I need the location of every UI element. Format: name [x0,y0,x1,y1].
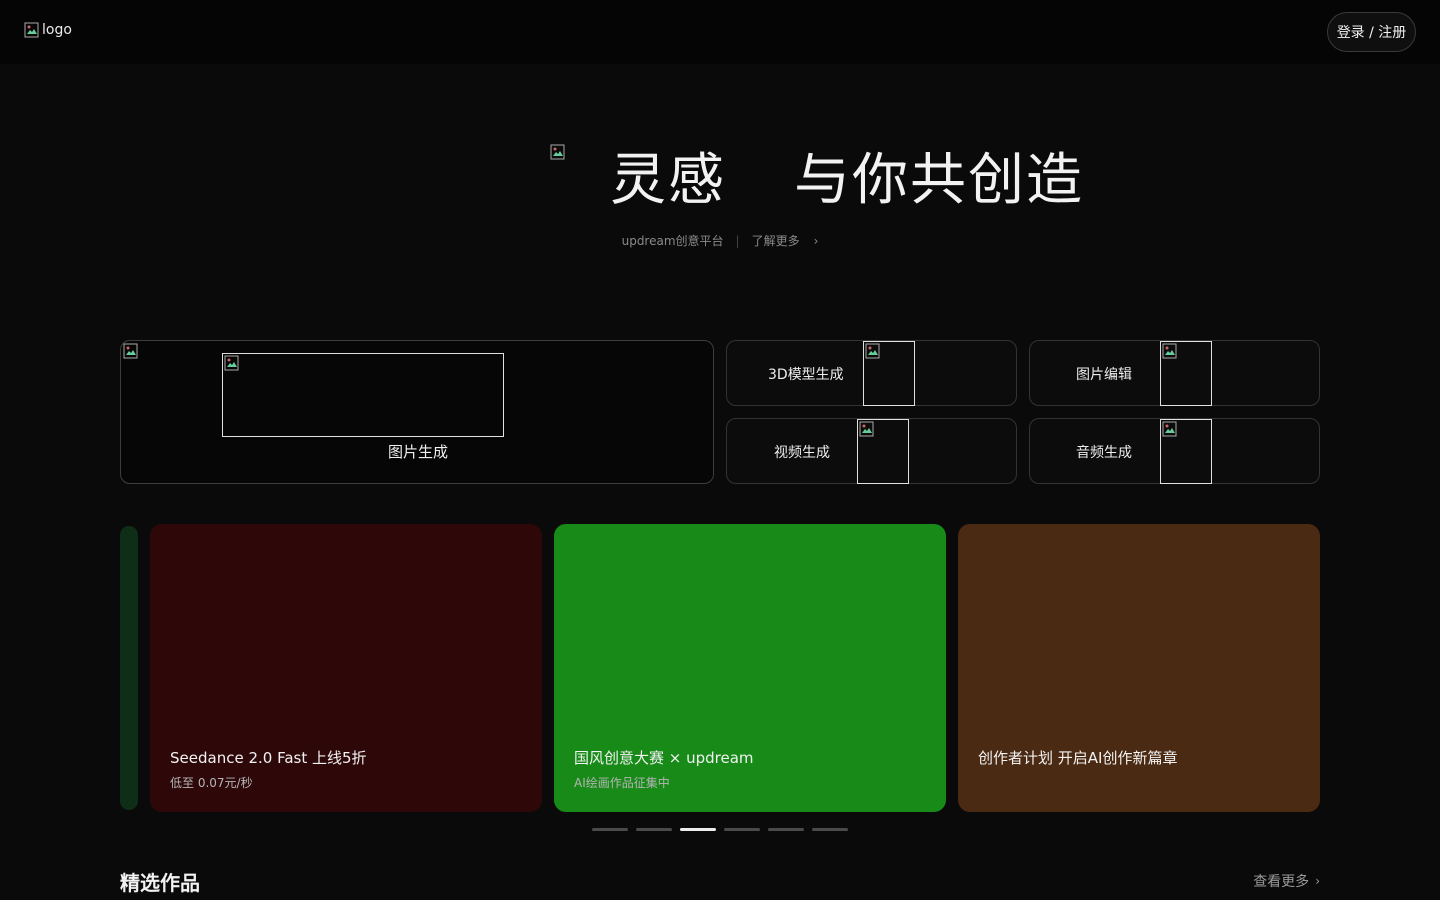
tool-card-video[interactable]: 视频生成 [726,418,1017,484]
hero-subtitle: updream创意平台 | 了解更多 › [0,232,1440,249]
carousel-dot[interactable] [592,828,628,831]
hero-title: 灵感 与你共创造 [550,140,1084,213]
tool-preview-image [1160,341,1212,406]
broken-image-icon [1162,343,1178,359]
view-more-label: 查看更多 [1253,874,1310,890]
login-register-button[interactable]: 登录 / 注册 [1327,12,1416,52]
top-bar: logo 登录 / 注册 [0,0,1440,64]
hero-title-part2: 与你共创造 [794,147,1084,213]
tool-label: 图片生成 [387,443,448,461]
broken-image-icon [859,421,875,437]
learn-more-label: 了解更多 [751,234,800,248]
chevron-right-icon: › [813,233,819,248]
view-more-link[interactable]: 查看更多 › [1253,871,1320,891]
carousel-dot[interactable] [768,828,804,831]
broken-image-icon [224,355,240,371]
carousel-card-title: 国风创意大赛 × updream [574,749,754,767]
tool-label: 音频生成 [1076,445,1132,461]
carousel-dot[interactable] [636,828,672,831]
tool-card-image-edit[interactable]: 图片编辑 [1029,340,1320,406]
learn-more-link[interactable]: 了解更多 › [752,232,819,249]
platform-name: updream创意平台 [621,234,724,248]
carousel-pagination [592,828,848,831]
tool-card-audio[interactable]: 音频生成 [1029,418,1320,484]
separator: | [735,233,740,248]
carousel-card-title: Seedance 2.0 Fast 上线5折 [170,749,367,767]
section-title: 精选作品 [120,871,200,895]
chevron-right-icon: › [1315,874,1320,888]
broken-image-icon [1162,421,1178,437]
tool-preview-image [857,419,909,484]
broken-image-icon [865,343,881,359]
tool-label: 视频生成 [774,445,830,461]
carousel-card[interactable]: Seedance 2.0 Fast 上线5折 低至 0.07元/秒 [150,524,542,812]
tool-preview-image [863,341,915,406]
tool-label: 3D模型生成 [768,367,844,383]
carousel-dot[interactable] [680,828,716,831]
tool-preview-image [222,353,504,437]
carousel-card[interactable]: 国风创意大赛 × updream AI绘画作品征集中 [554,524,946,812]
tool-card-image-generation[interactable]: 图片生成 [120,340,714,484]
logo[interactable]: logo [24,22,72,38]
carousel-dot[interactable] [812,828,848,831]
broken-image-icon [123,343,139,359]
broken-image-icon [550,144,566,160]
tool-label: 图片编辑 [1076,367,1132,383]
logo-alt-text: logo [42,22,72,38]
carousel-card-title: 创作者计划 开启AI创作新篇章 [978,749,1178,767]
hero-title-part1: 灵感 [610,147,726,213]
carousel-card-subtitle: 低至 0.07元/秒 [170,776,253,790]
carousel-card[interactable]: 创作者计划 开启AI创作新篇章 [958,524,1320,812]
carousel-card-subtitle: AI绘画作品征集中 [574,776,670,790]
tool-preview-image [1160,419,1212,484]
carousel-card-partial[interactable] [120,526,138,810]
broken-image-icon [24,22,40,38]
carousel-dot[interactable] [724,828,760,831]
tool-card-3d-model[interactable]: 3D模型生成 [726,340,1017,406]
